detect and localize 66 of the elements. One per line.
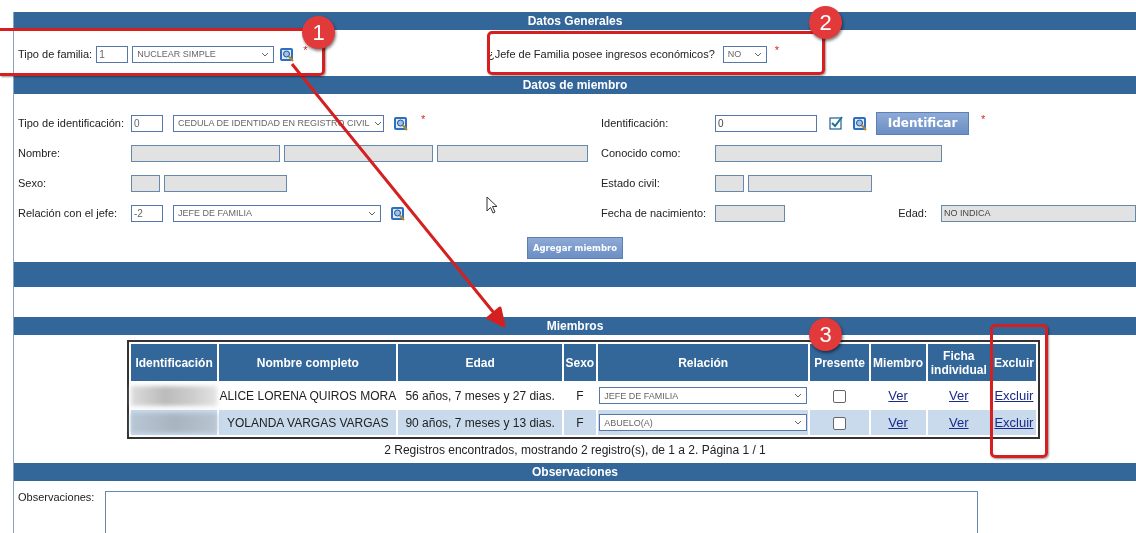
caret-icon bbox=[261, 51, 270, 57]
field-label: Sexo: bbox=[18, 177, 47, 189]
input-field[interactable]: 0 bbox=[131, 114, 163, 132]
required-mark: * bbox=[421, 113, 426, 125]
caret-icon bbox=[794, 393, 803, 398]
field-label: Tipo de identificación: bbox=[18, 117, 124, 129]
checkbox[interactable] bbox=[832, 389, 846, 403]
field-label: Nombre: bbox=[18, 147, 61, 159]
checkbox[interactable] bbox=[829, 116, 843, 130]
required-mark: * bbox=[774, 44, 780, 56]
input-field bbox=[715, 204, 785, 222]
column-header: Ficha individual bbox=[927, 344, 990, 381]
callout-number: 2 bbox=[809, 6, 842, 39]
caret-icon bbox=[368, 210, 376, 216]
field-label: ¿Jefe de Familia posee ingresos económicos? bbox=[488, 48, 715, 60]
field-label: Observaciones: bbox=[18, 491, 96, 505]
input-field[interactable]: 1 bbox=[96, 45, 129, 63]
dropdown[interactable]: JEFE DE FAMILIA bbox=[173, 204, 381, 222]
dropdown[interactable]: ABUELO(A) bbox=[599, 414, 808, 431]
table-cell-text: 56 años, 7 meses y 27 dias. bbox=[404, 387, 556, 405]
input-field bbox=[131, 174, 160, 192]
input-field: NO INDICA bbox=[941, 204, 1136, 222]
column-header: Excluir bbox=[991, 344, 1036, 381]
field-label: Tipo de familia: bbox=[18, 48, 93, 60]
checkbox[interactable] bbox=[832, 416, 846, 430]
search-icon[interactable] bbox=[279, 46, 296, 62]
link[interactable]: Ver bbox=[949, 415, 969, 430]
required-mark: * bbox=[981, 113, 986, 125]
field-label: Estado civil: bbox=[601, 177, 660, 189]
section-header: Datos de miembro bbox=[14, 76, 1136, 94]
search-icon[interactable] bbox=[390, 205, 406, 221]
caret-icon bbox=[373, 120, 382, 126]
link[interactable]: Ver bbox=[888, 388, 908, 403]
column-header: Edad bbox=[398, 344, 562, 381]
results-summary: 2 Registros encontrados, mostrando 2 registro(s), de 1 a 2. Página 1 / 1 bbox=[383, 442, 767, 459]
caret-icon bbox=[753, 51, 762, 57]
dropdown[interactable]: JEFE DE FAMILIA bbox=[599, 387, 808, 404]
caret-icon bbox=[794, 420, 803, 425]
column-header: Identificación bbox=[131, 344, 218, 381]
section-header: Observaciones bbox=[14, 463, 1136, 481]
table-cell: F bbox=[563, 410, 596, 435]
field-label: Fecha de nacimiento: bbox=[601, 207, 707, 219]
search-icon[interactable] bbox=[852, 115, 868, 131]
link[interactable]: Excluir bbox=[994, 388, 1034, 403]
dropdown[interactable]: NO bbox=[722, 45, 767, 63]
text-area[interactable] bbox=[105, 491, 978, 533]
table-cell-text: ALICE LORENA QUIROS MORA bbox=[219, 387, 397, 405]
input-field[interactable]: 0 bbox=[715, 114, 817, 132]
required-mark: * bbox=[303, 44, 308, 56]
field-label: Relación con el jefe: bbox=[18, 207, 118, 219]
dropdown[interactable]: NUCLEAR SIMPLE bbox=[132, 45, 275, 63]
field-label: Edad: bbox=[898, 207, 927, 219]
column-header: Nombre completo bbox=[219, 344, 397, 381]
field-label: Identificación: bbox=[601, 117, 669, 129]
field-label: Conocido como: bbox=[601, 147, 681, 159]
column-header: Sexo bbox=[563, 344, 596, 381]
link[interactable]: Ver bbox=[949, 388, 969, 403]
table-cell: 90 años, 7 meses y 13 dias. bbox=[398, 410, 562, 435]
column-header: Miembro bbox=[870, 344, 926, 381]
table-cell-text: F bbox=[575, 387, 585, 405]
table-cell: YOLANDA VARGAS VARGAS bbox=[219, 410, 397, 435]
cursor-icon bbox=[486, 196, 498, 214]
column-header: Relación bbox=[597, 344, 809, 381]
search-icon[interactable] bbox=[393, 115, 409, 131]
input-field[interactable]: -2 bbox=[131, 204, 163, 222]
input-field bbox=[715, 174, 744, 192]
